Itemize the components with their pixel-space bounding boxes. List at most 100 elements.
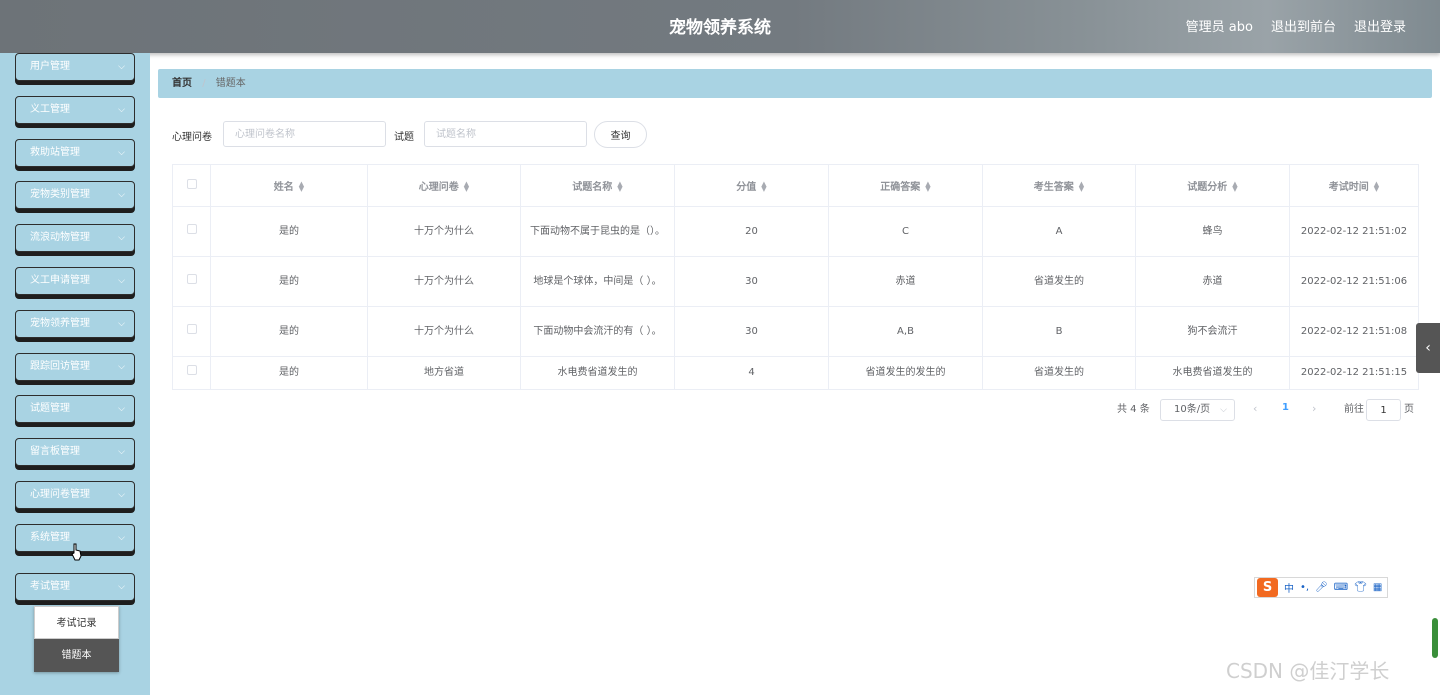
prev-page-icon[interactable]: ‹ bbox=[1253, 402, 1257, 415]
cell-survey: 地方省道 bbox=[367, 356, 521, 390]
sidebar-item-follow-up-visits[interactable]: 跟踪回访管理 ⌵ bbox=[15, 353, 135, 381]
toolbox-icon[interactable]: ▦ bbox=[1373, 582, 1382, 593]
submenu-item-wrong-questions[interactable]: 错题本 bbox=[34, 639, 119, 672]
sidebar-item-volunteer-applications[interactable]: 义工申请管理 ⌵ bbox=[15, 267, 135, 295]
collapse-panel-icon[interactable]: ‹ bbox=[1416, 323, 1440, 373]
breadcrumb-home[interactable]: 首页 bbox=[172, 78, 192, 89]
sidebar-item-surveys[interactable]: 心理问卷管理 ⌵ bbox=[15, 481, 135, 509]
row-checkbox[interactable] bbox=[186, 223, 197, 234]
header-actions: 管理员 abo 退出到前台 退出登录 bbox=[1186, 16, 1406, 35]
page-suffix: 页 bbox=[1404, 404, 1414, 415]
cell-student-answer: 省道发生的 bbox=[982, 256, 1136, 307]
row-checkbox[interactable] bbox=[186, 273, 197, 284]
cell-correct-answer: 赤道 bbox=[828, 256, 983, 307]
hand-cursor-icon bbox=[71, 543, 82, 561]
chevron-down-icon: ⌵ bbox=[118, 582, 125, 592]
sidebar-item-users[interactable]: 用户管理 ⌵ bbox=[15, 53, 135, 81]
sidebar-item-questions[interactable]: 试题管理 ⌵ bbox=[15, 395, 135, 423]
exam-submenu: 考试记录 错题本 bbox=[34, 606, 119, 672]
sidebar-item-pet-categories[interactable]: 宠物类别管理 ⌵ bbox=[15, 181, 135, 209]
cell-correct-answer: A,B bbox=[828, 306, 983, 357]
cell-exam-time: 2022-02-12 21:51:06 bbox=[1289, 256, 1419, 307]
cell-name: 是的 bbox=[210, 256, 368, 307]
survey-filter-input[interactable] bbox=[223, 121, 386, 147]
sidebar-item-label: 考试管理 bbox=[30, 581, 70, 592]
sort-icon[interactable]: ▲ ▼ bbox=[925, 181, 930, 193]
sort-icon[interactable]: ▲ ▼ bbox=[1374, 181, 1379, 193]
sidebar-item-volunteers[interactable]: 义工管理 ⌵ bbox=[15, 96, 135, 124]
sidebar-item-message-board[interactable]: 留言板管理 ⌵ bbox=[15, 438, 135, 466]
page-size-value: 10条/页 bbox=[1174, 404, 1211, 415]
logout-link[interactable]: 退出登录 bbox=[1354, 16, 1406, 35]
sogou-logo-icon[interactable]: S bbox=[1257, 578, 1278, 597]
cell-analysis: 蜂鸟 bbox=[1135, 206, 1290, 257]
sidebar-item-exams[interactable]: 考试管理 ⌵ bbox=[15, 573, 135, 601]
punctuation-icon[interactable]: •, bbox=[1300, 582, 1309, 593]
row-select-cell bbox=[172, 206, 211, 257]
column-header-name[interactable]: 姓名 ▲ ▼ bbox=[210, 164, 368, 207]
cell-score: 30 bbox=[674, 306, 829, 357]
page-size-select[interactable]: 10条/页 ⌵ bbox=[1160, 399, 1235, 421]
cell-correct-answer: C bbox=[828, 206, 983, 257]
ime-toolbar: S 中 •, 🎤︎ ⌨ 👕︎ ▦ bbox=[1254, 577, 1388, 598]
back-to-front-link[interactable]: 退出到前台 bbox=[1271, 16, 1336, 35]
chevron-down-icon: ⌵ bbox=[118, 533, 125, 543]
column-header-student-answer[interactable]: 考生答案 ▲ ▼ bbox=[982, 164, 1136, 207]
column-header-survey[interactable]: 心理问卷 ▲ ▼ bbox=[367, 164, 521, 207]
sidebar-item-rescue-stations[interactable]: 救助站管理 ⌵ bbox=[15, 139, 135, 167]
skin-icon[interactable]: 👕︎ bbox=[1354, 582, 1367, 593]
cell-student-answer: 省道发生的 bbox=[982, 356, 1136, 390]
sidebar-item-label: 宠物类别管理 bbox=[30, 189, 90, 200]
table-header-row: 姓名 ▲ ▼ 心理问卷 ▲ ▼ 试题名称 ▲ ▼ 分值 ▲ ▼ 正确答案 ▲ ▼ 考生答案 ▲ ▼ 试题… bbox=[172, 164, 1419, 207]
ime-language[interactable]: 中 bbox=[1284, 580, 1294, 595]
cell-score: 4 bbox=[674, 356, 829, 390]
goto-page-input[interactable] bbox=[1366, 399, 1401, 421]
microphone-icon[interactable]: 🎤︎ bbox=[1315, 582, 1328, 593]
row-checkbox[interactable] bbox=[186, 365, 197, 375]
column-header-analysis[interactable]: 试题分析 ▲ ▼ bbox=[1135, 164, 1290, 207]
sort-icon[interactable]: ▲ ▼ bbox=[617, 181, 622, 193]
top-header: 宠物领养系统 管理员 abo 退出到前台 退出登录 bbox=[0, 0, 1440, 53]
sidebar-item-label: 跟踪回访管理 bbox=[30, 361, 90, 372]
sort-icon[interactable]: ▲ ▼ bbox=[299, 181, 304, 193]
column-header-correct-answer[interactable]: 正确答案 ▲ ▼ bbox=[828, 164, 983, 207]
keyboard-icon[interactable]: ⌨ bbox=[1334, 582, 1348, 593]
sidebar-item-label: 试题管理 bbox=[30, 403, 70, 414]
cell-analysis: 水电费省道发生的 bbox=[1135, 356, 1290, 390]
watermark-text: CSDN @佳汀学长 bbox=[1226, 659, 1390, 683]
row-checkbox[interactable] bbox=[186, 323, 197, 334]
next-page-icon[interactable]: › bbox=[1312, 402, 1316, 415]
column-header-exam-time[interactable]: 考试时间 ▲ ▼ bbox=[1289, 164, 1419, 207]
question-filter-input[interactable] bbox=[424, 121, 587, 147]
column-header-question[interactable]: 试题名称 ▲ ▼ bbox=[520, 164, 675, 207]
cell-survey: 十万个为什么 bbox=[367, 256, 521, 307]
sidebar-item-label: 心理问卷管理 bbox=[30, 489, 90, 500]
table-row: 是的 十万个为什么 下面动物中会流汗的有（ ）。 30 A,B B 狗不会流汗 … bbox=[172, 306, 1419, 357]
page-number-current[interactable]: 1 bbox=[1282, 402, 1289, 413]
row-select-cell bbox=[172, 256, 211, 307]
admin-user-label: 管理员 abo bbox=[1185, 20, 1253, 35]
sidebar-item-label: 救助站管理 bbox=[30, 147, 80, 158]
cell-survey: 十万个为什么 bbox=[367, 206, 521, 257]
column-header-score[interactable]: 分值 ▲ ▼ bbox=[674, 164, 829, 207]
sort-icon[interactable]: ▲ ▼ bbox=[464, 181, 469, 193]
cell-analysis: 狗不会流汗 bbox=[1135, 306, 1290, 357]
submenu-item-exam-records[interactable]: 考试记录 bbox=[34, 606, 119, 639]
cell-score: 30 bbox=[674, 256, 829, 307]
breadcrumb: 首页 / 错题本 bbox=[158, 69, 1432, 98]
cell-student-answer: B bbox=[982, 306, 1136, 357]
sidebar-item-stray-animals[interactable]: 流浪动物管理 ⌵ bbox=[15, 224, 135, 252]
goto-label: 前往 bbox=[1344, 404, 1364, 415]
survey-filter-label: 心理问卷 bbox=[172, 132, 212, 143]
table-row: 是的 地方省道 水电费省道发生的 4 省道发生的发生的 省道发生的 水电费省道发… bbox=[172, 356, 1419, 390]
sort-icon[interactable]: ▲ ▼ bbox=[1232, 181, 1237, 193]
sort-icon[interactable]: ▲ ▼ bbox=[761, 181, 766, 193]
sidebar-item-pet-adoptions[interactable]: 宠物领养管理 ⌵ bbox=[15, 310, 135, 338]
select-all-checkbox[interactable] bbox=[186, 179, 197, 189]
scroll-indicator[interactable] bbox=[1432, 618, 1438, 658]
search-button[interactable]: 查询 bbox=[594, 121, 647, 148]
chevron-down-icon: ⌵ bbox=[1220, 405, 1227, 415]
row-select-cell bbox=[172, 356, 211, 390]
sort-icon[interactable]: ▲ ▼ bbox=[1079, 181, 1084, 193]
cell-score: 20 bbox=[674, 206, 829, 257]
